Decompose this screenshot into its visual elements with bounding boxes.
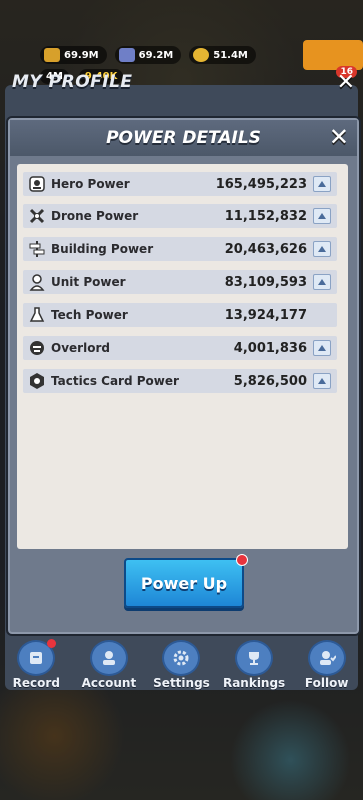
power-row-label: Tactics Card Power [51,374,179,388]
power-row-drone: Drone Power 11,152,832 [23,204,337,228]
trophy-icon [235,640,274,676]
close-icon[interactable]: ✕ [329,123,349,151]
building-icon [27,239,47,259]
nav-settings[interactable]: Settings [151,640,211,690]
nav-account-label: Account [81,676,137,690]
nav-account[interactable]: Account [79,640,139,690]
resource-food: 69.9M [40,46,107,64]
modal-header: POWER DETAILS ✕ [10,120,357,156]
follow-icon [307,640,346,676]
power-row-label: Building Power [51,242,154,256]
power-row-overlord: Overlord 4,001,836 [23,336,337,360]
power-row-label: Tech Power [51,308,128,322]
gold-icon [193,48,210,62]
resource-iron: 69.2M [114,46,182,64]
account-icon [89,640,128,676]
upgrade-arrow-icon[interactable] [313,208,331,224]
upgrade-arrow-icon[interactable] [313,373,331,389]
tactics-card-icon [27,371,47,391]
food-icon [44,48,60,62]
nav-follow-label: Follow [304,676,349,690]
tech-flask-icon [27,305,47,325]
profile-title: MY PROFILE [12,72,133,92]
resource-gold: 51.4M [189,46,256,64]
power-row-label: Overlord [51,341,110,355]
power-row-value: 165,495,223 [215,176,307,192]
upgrade-arrow-icon[interactable] [313,274,331,290]
power-row-value: 5,826,500 [233,373,307,389]
unit-icon [27,272,47,292]
nav-record[interactable]: Record [6,639,66,690]
power-list: Hero Power 165,495,223 Drone Power 11,15… [17,164,348,549]
notification-dot [47,639,57,648]
power-row-label: Unit Power [51,275,126,289]
power-row-hero: Hero Power 165,495,223 [23,172,337,196]
hero-icon [27,174,47,194]
power-row-value: 83,109,593 [224,274,307,290]
notification-dot [236,554,248,566]
nav-rankings-label: Rankings [222,676,286,690]
power-row-building: Building Power 20,463,626 [23,237,337,261]
power-row-value: 11,152,832 [224,208,307,224]
iron-icon [118,48,135,62]
power-up-button[interactable]: Power Up [124,554,248,608]
overlord-icon [27,338,47,358]
power-row-value: 13,924,177 [224,307,307,323]
upgrade-arrow-icon[interactable] [313,340,331,356]
power-details-modal: POWER DETAILS ✕ Hero Power 165,495,223 D… [8,118,359,634]
nav-settings-label: Settings [153,676,210,690]
power-row-unit: Unit Power 83,109,593 [23,270,337,294]
power-row-label: Drone Power [51,209,139,223]
profile-bottom-nav: Record Account Settings Rankings Follow [0,639,363,690]
upgrade-arrow-icon[interactable] [313,241,331,257]
power-up-label: Power Up [140,573,228,593]
upgrade-arrow-icon[interactable] [313,176,331,192]
power-row-tech: Tech Power 13,924,177 [23,303,337,327]
settings-gear-icon [162,640,201,676]
power-row-tactics-card: Tactics Card Power 5,826,500 [23,369,337,393]
nav-follow[interactable]: Follow [297,640,357,690]
shop-button[interactable] [303,40,363,70]
record-icon [17,639,57,676]
profile-close-icon[interactable]: ✕ [337,70,355,95]
power-row-value: 4,001,836 [233,340,307,356]
modal-title: POWER DETAILS [106,128,261,148]
nav-record-label: Record [12,676,60,690]
drone-icon [27,206,47,226]
power-row-label: Hero Power [51,177,130,191]
power-row-value: 20,463,626 [224,241,307,257]
nav-rankings[interactable]: Rankings [222,640,286,690]
